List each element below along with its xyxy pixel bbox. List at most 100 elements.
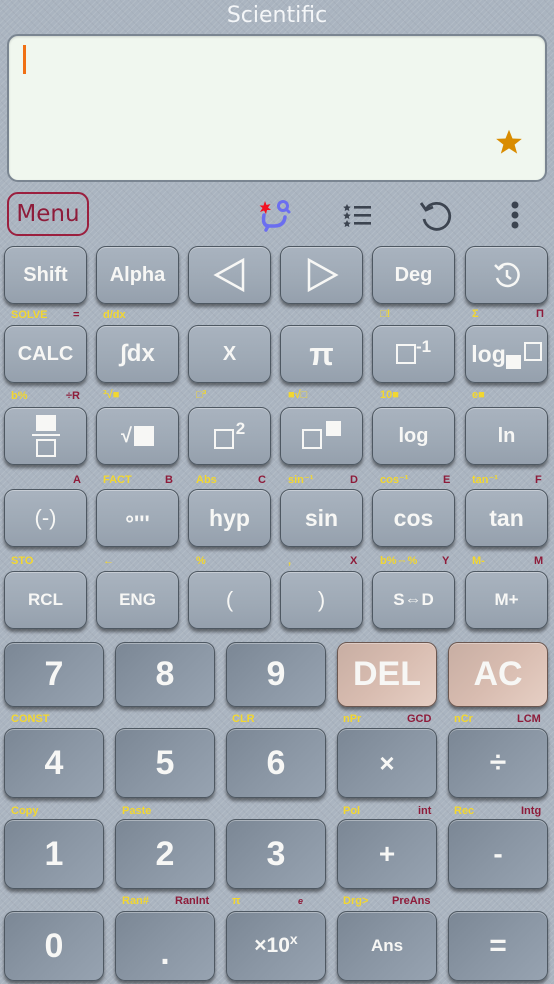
sqrt-key[interactable]: √ — [96, 407, 179, 465]
product-label: Π — [536, 308, 544, 320]
cos-key[interactable]: cos — [372, 489, 455, 547]
eng-key[interactable]: ENG — [96, 571, 179, 629]
open-paren-key[interactable]: ( — [188, 571, 271, 629]
star-icon[interactable] — [495, 128, 523, 156]
toolbar: Menu — [0, 191, 554, 237]
ranint-label: RanInt — [175, 895, 210, 907]
ans-key[interactable]: Ans — [337, 911, 437, 981]
plus-key[interactable]: + — [337, 819, 437, 889]
pi-key[interactable]: π — [280, 325, 363, 383]
list-icon[interactable] — [338, 195, 378, 235]
deg-key[interactable]: Deg — [372, 246, 455, 304]
pol-label: Pol — [343, 805, 361, 817]
alpha-key[interactable]: Alpha — [96, 246, 179, 304]
degree-minute-second-key[interactable]: °''' — [96, 489, 179, 547]
alpha-e-label: E — [443, 474, 451, 486]
alpha-y-label: Y — [442, 555, 450, 567]
key-4[interactable]: 4 — [4, 728, 104, 798]
ten-power-label: 10■ — [380, 389, 399, 401]
alpha-b-label: B — [165, 474, 173, 486]
asin-label: sin⁻¹ — [288, 474, 314, 486]
decimal-key[interactable]: . — [115, 911, 215, 981]
clr-label: CLR — [232, 713, 255, 725]
log-base-key[interactable]: log — [465, 325, 548, 383]
key-0[interactable]: 0 — [4, 911, 104, 981]
sin-key[interactable]: sin — [280, 489, 363, 547]
key-5[interactable]: 5 — [115, 728, 215, 798]
negative-key[interactable]: (-) — [4, 489, 87, 547]
all-clear-key[interactable]: AC — [448, 642, 548, 707]
key-7[interactable]: 7 — [4, 642, 104, 707]
ai-assistant-icon[interactable] — [254, 195, 294, 235]
drg-label: Drg> — [343, 895, 369, 907]
shift-key[interactable]: Shift — [4, 246, 87, 304]
triangle-left-icon — [212, 257, 244, 293]
cube-root-label: ³√■ — [103, 389, 120, 401]
paste-label: Paste — [122, 805, 152, 817]
key-9[interactable]: 9 — [226, 642, 326, 707]
rec-label: Rec — [454, 805, 475, 817]
e-alpha-label: e — [298, 896, 304, 906]
alpha-x-label: X — [350, 555, 358, 567]
bpercent-label: b% — [11, 390, 28, 402]
square-key[interactable]: 2 — [188, 407, 271, 465]
x-variable-key[interactable]: X — [188, 325, 271, 383]
m-minus-label: M- — [472, 555, 485, 567]
key-3[interactable]: 3 — [226, 819, 326, 889]
gcd-label: GCD — [407, 713, 432, 725]
acos-label: cos⁻¹ — [380, 474, 409, 486]
fraction-key[interactable] — [4, 407, 87, 465]
key-2[interactable]: 2 — [115, 819, 215, 889]
div-remainder-label: ÷R — [66, 390, 80, 402]
copy-label: Copy — [11, 805, 39, 817]
cursor-right-key[interactable] — [280, 246, 363, 304]
cube-label: □³ — [196, 389, 207, 401]
npr-label: nPr — [343, 713, 362, 725]
alpha-c-label: C — [258, 474, 266, 486]
reciprocal-key[interactable]: -1 — [372, 325, 455, 383]
pi-shift-label: π — [232, 895, 241, 907]
key-8[interactable]: 8 — [115, 642, 215, 707]
percent-label: % — [196, 555, 206, 567]
menu-button[interactable]: Menu — [7, 192, 89, 236]
delete-key[interactable]: DEL — [337, 642, 437, 707]
history-icon — [493, 262, 520, 288]
close-paren-key[interactable]: ) — [280, 571, 363, 629]
hyp-key[interactable]: hyp — [188, 489, 271, 547]
app-title: Scientific — [226, 3, 328, 28]
comma-label: , — [288, 555, 292, 567]
expression-display[interactable] — [7, 34, 547, 182]
log-key[interactable]: log — [372, 407, 455, 465]
times-ten-power-key[interactable]: ×10 x — [226, 911, 326, 981]
equals-key[interactable]: = — [448, 911, 548, 981]
intg-label: Intg — [521, 805, 542, 817]
integral-key[interactable]: ∫dx — [96, 325, 179, 383]
s-to-d-key[interactable]: S⇔D — [372, 571, 455, 629]
multiply-key[interactable]: × — [337, 728, 437, 798]
text-cursor — [23, 45, 26, 74]
equals-alpha-label: = — [73, 309, 80, 321]
lcm-label: LCM — [517, 713, 541, 725]
bpercent-swap-label: b%⇔% — [380, 555, 418, 567]
divide-key[interactable]: ÷ — [448, 728, 548, 798]
tan-key[interactable]: tan — [465, 489, 548, 547]
more-vert-icon[interactable] — [495, 195, 535, 235]
ddx-label: d/dx — [103, 309, 126, 321]
m-plus-key[interactable]: M+ — [465, 571, 548, 629]
const-label: CONST — [11, 713, 50, 725]
abs-label: Abs — [196, 474, 217, 486]
key-6[interactable]: 6 — [226, 728, 326, 798]
calc-key[interactable]: CALC — [4, 325, 87, 383]
denominator-glyph — [35, 439, 56, 457]
ln-key[interactable]: ln — [465, 407, 548, 465]
minus-key[interactable]: - — [448, 819, 548, 889]
history-key[interactable] — [465, 246, 548, 304]
undo-icon[interactable] — [415, 195, 455, 235]
nth-root-label: ■√□ — [288, 389, 308, 401]
fact-label: FACT — [103, 474, 132, 486]
int-label: int — [418, 805, 432, 817]
power-key[interactable] — [280, 407, 363, 465]
key-1[interactable]: 1 — [4, 819, 104, 889]
cursor-left-key[interactable] — [188, 246, 271, 304]
rcl-key[interactable]: RCL — [4, 571, 87, 629]
